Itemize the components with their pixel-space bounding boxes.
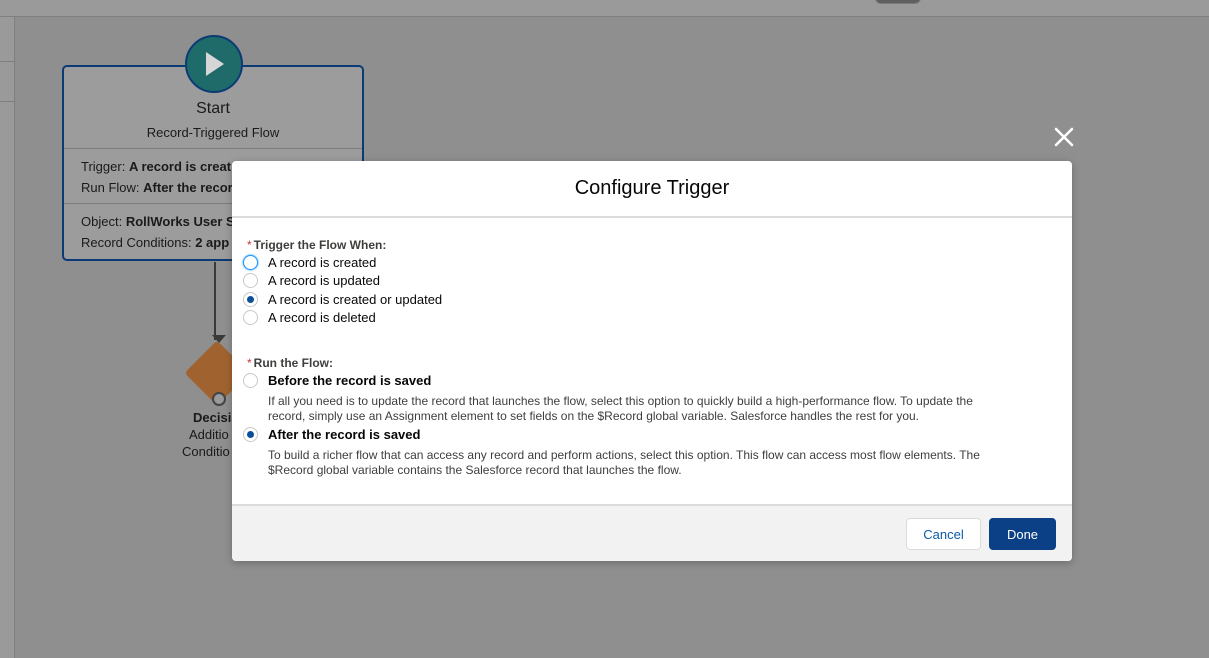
cancel-button[interactable]: Cancel — [906, 518, 981, 550]
after-save-help: To build a richer flow that can access a… — [268, 448, 1038, 478]
trigger-summary-label: Trigger: — [81, 159, 126, 174]
before-save-help: If all you need is to update the record … — [268, 394, 1038, 424]
run-flow-summary-label: Run Flow: — [81, 180, 140, 195]
radio-button[interactable] — [243, 427, 258, 442]
object-summary-value: RollWorks User S — [125, 214, 235, 229]
radio-label: A record is created — [268, 255, 377, 270]
help-line: To build a richer flow that can access a… — [268, 448, 980, 462]
radio-button[interactable] — [243, 310, 258, 325]
modal-header: Configure Trigger — [232, 161, 1072, 218]
modal-body: * Trigger the Flow When: A record is crea… — [232, 218, 1072, 504]
run-flow-summary: Run Flow: After the recor — [81, 180, 233, 195]
radio-label: After the record is saved — [268, 427, 421, 442]
required-mark: * — [247, 356, 252, 370]
start-node-subtitle: Record-Triggered Flow — [146, 125, 280, 140]
radio-label: Before the record is saved — [268, 373, 432, 388]
radio-button[interactable] — [243, 292, 258, 307]
decision-connector-dot[interactable] — [212, 392, 226, 406]
left-panel-divider — [0, 101, 14, 102]
trigger-group-label: * Trigger the Flow When: — [247, 238, 386, 252]
object-summary: Object: RollWorks User S — [81, 214, 235, 229]
conditions-summary-label: Record Conditions: — [81, 235, 192, 250]
top-bar — [0, 0, 1209, 17]
decision-node-line2: Conditio — [182, 444, 230, 459]
left-panel — [0, 17, 15, 658]
decision-node-title: Decisi — [193, 410, 232, 425]
radio-record-created[interactable]: A record is created — [243, 255, 376, 270]
radio-label: A record is updated — [268, 273, 381, 288]
conditions-summary: Record Conditions: 2 app — [81, 235, 229, 250]
trigger-summary-value: A record is creat — [128, 159, 232, 174]
close-icon[interactable] — [1052, 125, 1076, 149]
flow-connector — [214, 262, 216, 340]
radio-button[interactable] — [243, 273, 258, 288]
modal-footer: Cancel Done — [232, 504, 1072, 561]
configure-trigger-modal: Configure Trigger * Trigger the Flow When… — [232, 161, 1072, 561]
run-flow-summary-value: After the recor — [143, 180, 233, 195]
help-line: $Record global variable contains the Sal… — [268, 463, 682, 477]
play-icon[interactable] — [185, 35, 243, 93]
radio-record-deleted[interactable]: A record is deleted — [243, 310, 376, 325]
radio-after-save[interactable]: After the record is saved — [243, 427, 420, 442]
toggle-switch[interactable] — [875, 0, 921, 4]
radio-label: A record is deleted — [268, 310, 376, 325]
radio-record-created-or-updated[interactable]: A record is created or updated — [243, 292, 442, 307]
done-button[interactable]: Done — [989, 518, 1056, 550]
help-line: record, simply use an Assignment element… — [268, 409, 920, 423]
help-line: If all you need is to update the record … — [268, 394, 973, 408]
radio-record-updated[interactable]: A record is updated — [243, 273, 380, 288]
run-group-label: * Run the Flow: — [247, 356, 333, 370]
start-node-title: Start — [196, 100, 230, 117]
run-group-label-text: Run the Flow: — [253, 356, 333, 370]
left-panel-divider — [0, 61, 14, 62]
decision-node-line1: Additio — [189, 427, 229, 442]
trigger-group-label-text: Trigger the Flow When: — [253, 238, 387, 252]
radio-label: A record is created or updated — [268, 292, 443, 307]
required-mark: * — [247, 238, 252, 252]
trigger-summary: Trigger: A record is creat — [81, 159, 231, 174]
object-summary-label: Object: — [81, 214, 123, 229]
conditions-summary-value: 2 app — [195, 235, 230, 250]
modal-title: Configure Trigger — [574, 177, 730, 199]
radio-button[interactable] — [243, 373, 258, 388]
radio-before-save[interactable]: Before the record is saved — [243, 373, 431, 388]
card-divider — [64, 148, 362, 149]
radio-button[interactable] — [243, 255, 258, 270]
